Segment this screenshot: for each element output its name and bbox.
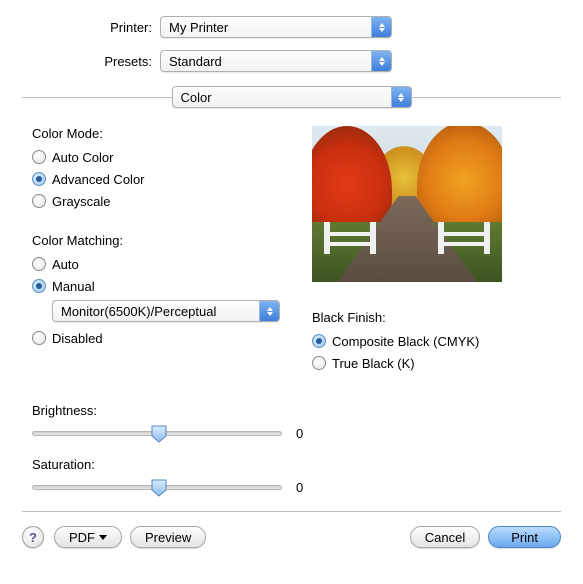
radio-label: Manual (52, 279, 95, 294)
cancel-label: Cancel (425, 530, 465, 545)
radio-icon (312, 356, 326, 370)
panel-value: Color (173, 90, 391, 105)
preview-image (312, 126, 502, 282)
radio-label: Advanced Color (52, 172, 145, 187)
manual-profile-value: Monitor(6500K)/Perceptual (53, 304, 259, 319)
help-button[interactable]: ? (22, 526, 44, 548)
presets-value: Standard (161, 54, 371, 69)
radio-label: Grayscale (52, 194, 111, 209)
radio-grayscale[interactable]: Grayscale (32, 191, 292, 211)
print-button[interactable]: Print (488, 526, 561, 548)
manual-profile-popup[interactable]: Monitor(6500K)/Perceptual (52, 300, 280, 322)
radio-advanced-color[interactable]: Advanced Color (32, 169, 292, 189)
radio-label: Composite Black (CMYK) (332, 334, 479, 349)
color-matching-group: Auto Manual Monitor(6500K)/Perceptual Di… (32, 254, 292, 348)
preview-button[interactable]: Preview (130, 526, 206, 548)
radio-label: True Black (K) (332, 356, 415, 371)
slider-thumb-icon (151, 425, 167, 443)
saturation-value: 0 (296, 480, 316, 495)
printer-value: My Printer (161, 20, 371, 35)
help-icon: ? (29, 530, 37, 545)
radio-cm-disabled[interactable]: Disabled (32, 328, 292, 348)
popup-arrows-icon (371, 51, 391, 71)
preview-label: Preview (145, 530, 191, 545)
presets-popup[interactable]: Standard (160, 50, 392, 72)
panel-popup[interactable]: Color (172, 86, 412, 108)
pdf-button[interactable]: PDF (54, 526, 122, 548)
radio-cm-auto[interactable]: Auto (32, 254, 292, 274)
popup-arrows-icon (371, 17, 391, 37)
saturation-slider[interactable] (32, 485, 282, 490)
radio-icon (32, 194, 46, 208)
color-mode-group: Auto Color Advanced Color Grayscale (32, 147, 292, 211)
color-mode-label: Color Mode: (32, 126, 292, 141)
black-finish-label: Black Finish: (312, 310, 561, 325)
color-matching-label: Color Matching: (32, 233, 292, 248)
radio-icon (32, 172, 46, 186)
radio-icon (312, 334, 326, 348)
radio-bf-true[interactable]: True Black (K) (312, 353, 561, 373)
radio-bf-composite[interactable]: Composite Black (CMYK) (312, 331, 561, 351)
pdf-label: PDF (69, 530, 95, 545)
print-label: Print (511, 530, 538, 545)
chevron-down-icon (99, 535, 107, 540)
radio-auto-color[interactable]: Auto Color (32, 147, 292, 167)
brightness-value: 0 (296, 426, 316, 441)
radio-icon (32, 150, 46, 164)
radio-icon (32, 331, 46, 345)
printer-label: Printer: (0, 20, 160, 35)
radio-label: Auto (52, 257, 79, 272)
slider-thumb-icon (151, 479, 167, 497)
radio-label: Auto Color (52, 150, 113, 165)
printer-popup[interactable]: My Printer (160, 16, 392, 38)
divider (412, 97, 562, 98)
radio-label: Disabled (52, 331, 103, 346)
radio-icon (32, 257, 46, 271)
popup-arrows-icon (259, 301, 279, 321)
presets-label: Presets: (0, 54, 160, 69)
divider (22, 97, 172, 98)
brightness-slider[interactable] (32, 431, 282, 436)
radio-icon (32, 279, 46, 293)
radio-cm-manual[interactable]: Manual (32, 276, 292, 296)
cancel-button[interactable]: Cancel (410, 526, 480, 548)
popup-arrows-icon (391, 87, 411, 107)
black-finish-group: Composite Black (CMYK) True Black (K) (312, 331, 561, 373)
brightness-label: Brightness: (32, 403, 561, 418)
saturation-label: Saturation: (32, 457, 561, 472)
